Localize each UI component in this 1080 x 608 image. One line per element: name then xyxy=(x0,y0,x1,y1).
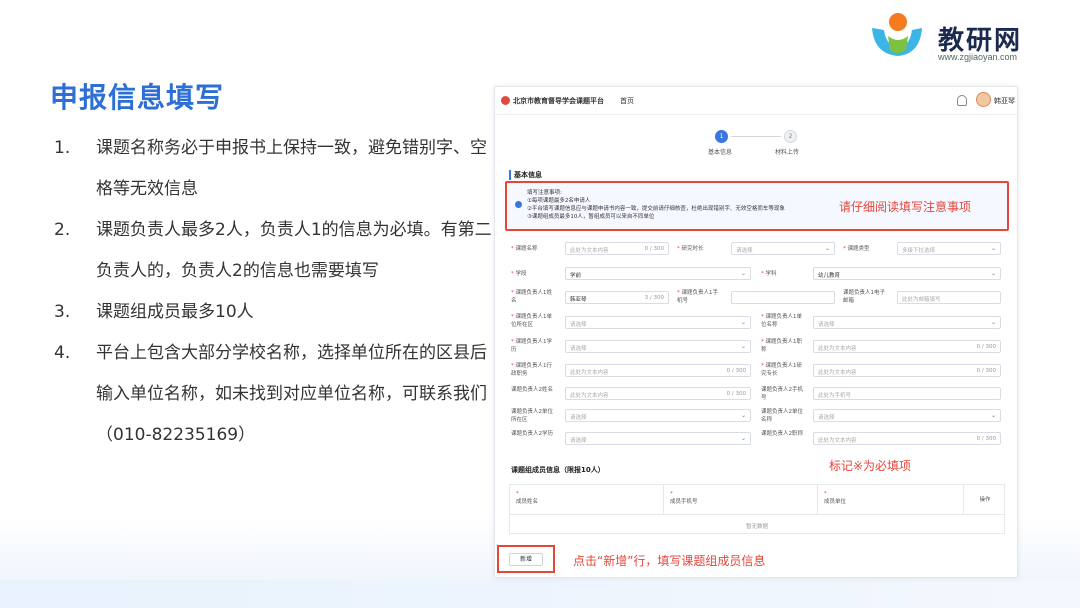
notice-heading: 填写注意事项: xyxy=(527,190,562,196)
instruction-item: 3. 课题组成员最多10人 xyxy=(54,292,494,333)
field-label: 课题负责人2手机号 xyxy=(761,387,803,401)
app-screenshot: 北京市教育督导学会课题平台 首页 韩亚琴 1 2 基本信息 材料上传 基本信息 … xyxy=(494,86,1018,578)
field-label: 课题负责人2学历 xyxy=(511,431,553,437)
field-label: 课题负责人2单位所在区 xyxy=(511,409,553,423)
notice-line: ②平台填写课题信息应与课题申请书内容一致，提交前请仔细核查，杜绝出现错别字、无效… xyxy=(527,206,785,212)
column-header: 操作 xyxy=(979,497,991,503)
instruction-item: 2. 课题负责人最多2人，负责人1的信息为必填。有第二负责人的，负责人2的信息也… xyxy=(54,210,494,292)
nav-home-link[interactable]: 首页 xyxy=(620,96,634,106)
subject-select[interactable]: 幼儿教育 ⌄ xyxy=(813,267,1001,280)
field-label: * 课题名称 xyxy=(511,246,538,252)
app-header: 北京市教育督导学会课题平台 首页 韩亚琴 xyxy=(495,87,1017,115)
field-label: * 课题负责人1行政职务 xyxy=(511,363,552,377)
notice-line: ③课题组成员最多10人，暂组成员可以来自不同单位 xyxy=(527,214,655,220)
step-2-indicator: 2 xyxy=(784,130,797,143)
add-highlight-box: 新增 xyxy=(497,545,555,573)
instruction-number: 1. xyxy=(54,138,71,158)
leader1-name-input[interactable]: 韩亚琴 3 / 300 xyxy=(565,291,669,304)
column-header: * 成员手机号 xyxy=(664,485,818,515)
topic-type-select[interactable]: 多级下拉选择 ⌄ xyxy=(897,242,1001,255)
notice-box: 填写注意事项: ①每项课题最多2名申请人 ②平台填写课题信息应与课题申请书内容一… xyxy=(505,181,1009,231)
leader2-education-select[interactable]: 请选择 ⌄ xyxy=(565,432,751,445)
topic-name-input[interactable]: 此处为文本内容 0 / 300 xyxy=(565,242,669,255)
leader1-email-input[interactable]: 此处为邮箱填写 xyxy=(897,291,1001,304)
field-label: * 学科 xyxy=(761,271,777,277)
leader1-specialty-input[interactable]: 此处为文本内容 0 / 300 xyxy=(813,364,1001,377)
leader2-name-input[interactable]: 此处为文本内容 0 / 300 xyxy=(565,387,751,400)
leader2-unit-select[interactable]: 请选择 ⌄ xyxy=(813,409,1001,422)
field-label: * 课题负责人1学历 xyxy=(511,339,552,353)
leader1-education-select[interactable]: 请选择 ⌄ xyxy=(565,340,751,353)
field-label: * 课题负责人1单位名称 xyxy=(761,314,802,328)
avatar[interactable] xyxy=(976,92,991,107)
field-label: * 课题类型 xyxy=(843,246,870,252)
instruction-text: 课题负责人最多2人，负责人1的信息为必填。有第二负责人的，负责人2的信息也需要填… xyxy=(96,220,492,281)
add-member-button[interactable]: 新增 xyxy=(509,553,543,566)
field-label: 课题负责人1电子邮箱 xyxy=(843,290,885,304)
step-1-indicator: 1 xyxy=(715,130,728,143)
info-icon xyxy=(515,201,522,208)
column-header: * 成员单位 xyxy=(818,485,964,515)
leader2-district-select[interactable]: 请选择 ⌄ xyxy=(565,409,751,422)
step-2-label: 材料上传 xyxy=(775,149,800,156)
leader2-title-input[interactable]: 此处为文本内容 0 / 300 xyxy=(813,432,1001,445)
column-header: * 成员姓名 xyxy=(510,485,664,515)
user-name[interactable]: 韩亚琴 xyxy=(994,96,1015,106)
platform-logo-icon xyxy=(501,96,510,105)
instruction-number: 4. xyxy=(54,343,71,363)
research-period-select[interactable]: 请选择 ⌄ xyxy=(731,242,835,255)
leader1-phone-input[interactable] xyxy=(731,291,835,304)
step-1-label: 基本信息 xyxy=(708,149,733,156)
members-table-header: * 成员姓名 * 成员手机号 * 成员单位 操作 xyxy=(510,485,1004,515)
platform-name[interactable]: 北京市教育督导学会课题平台 xyxy=(513,96,604,106)
instruction-text: 课题名称务必于申报书上保持一致，避免错别字、空格等无效信息 xyxy=(96,138,487,199)
instruction-item: 4. 平台上包含大部分学校名称，选择单位所在的区县后输入单位名称，如未找到对应单… xyxy=(54,333,494,456)
field-label: 课题负责人2职称 xyxy=(761,431,803,437)
field-label: * 学段 xyxy=(511,271,527,277)
members-section-title: 课题组成员信息（限报10人） xyxy=(511,466,605,474)
school-stage-select[interactable]: 学前 ⌄ xyxy=(565,267,751,280)
notice-callout: 请仔细阅读填写注意事项 xyxy=(839,200,972,214)
field-label: * 课题负责人1职称 xyxy=(761,339,802,353)
leader1-district-select[interactable]: 请选择 ⌄ xyxy=(565,316,751,329)
field-label: * 课题负责人1研究专长 xyxy=(761,363,802,377)
members-table: * 成员姓名 * 成员手机号 * 成员单位 操作 暂无数据 xyxy=(509,484,1005,534)
instruction-text: 课题组成员最多10人 xyxy=(96,302,254,322)
instruction-number: 2. xyxy=(54,220,71,240)
brand-logo: 教研网 www.zgjiaoyan.com xyxy=(868,10,1068,66)
instruction-number: 3. xyxy=(54,302,71,322)
required-callout: 标记※为必填项 xyxy=(829,459,912,473)
leader1-post-input[interactable]: 此处为文本内容 0 / 300 xyxy=(565,364,751,377)
instruction-list: 1. 课题名称务必于申报书上保持一致，避免错别字、空格等无效信息 2. 课题负责… xyxy=(54,128,494,456)
field-label: * 课题负责人1手机号 xyxy=(677,290,718,304)
logo-mark-icon xyxy=(872,13,922,56)
leader2-phone-input[interactable]: 此处为手机号 xyxy=(813,387,1001,400)
bottom-band xyxy=(0,580,1080,608)
notice-line: ①每项课题最多2名申请人 xyxy=(527,198,591,204)
field-label: 课题负责人2姓名 xyxy=(511,387,553,393)
step-connector xyxy=(731,136,781,137)
bell-icon[interactable] xyxy=(957,95,967,106)
notice-text: 填写注意事项: ①每项课题最多2名申请人 ②平台填写课题信息应与课题申请书内容一… xyxy=(527,189,785,221)
field-label: 课题负责人2单位名称 xyxy=(761,409,803,423)
field-label: * 课题负责人1单位所在区 xyxy=(511,314,552,328)
instruction-text: 平台上包含大部分学校名称，选择单位所在的区县后输入单位名称，如未找到对应单位名称… xyxy=(96,343,487,445)
page-title: 申报信息填写 xyxy=(50,81,225,114)
add-callout: 点击“新增”行，填写课题组成员信息 xyxy=(573,554,766,568)
field-label: * 课题负责人1姓名 xyxy=(511,290,552,304)
instruction-item: 1. 课题名称务必于申报书上保持一致，避免错别字、空格等无效信息 xyxy=(54,128,494,210)
logo-url: www.zgjiaoyan.com xyxy=(938,52,1018,62)
section-title: 基本信息 xyxy=(509,170,542,180)
leader1-title-input[interactable]: 此处为文本内容 0 / 300 xyxy=(813,340,1001,353)
field-label: * 研究时长 xyxy=(677,246,704,252)
leader1-unit-select[interactable]: 请选择 ⌄ xyxy=(813,316,1001,329)
empty-state: 暂无数据 xyxy=(745,524,768,530)
